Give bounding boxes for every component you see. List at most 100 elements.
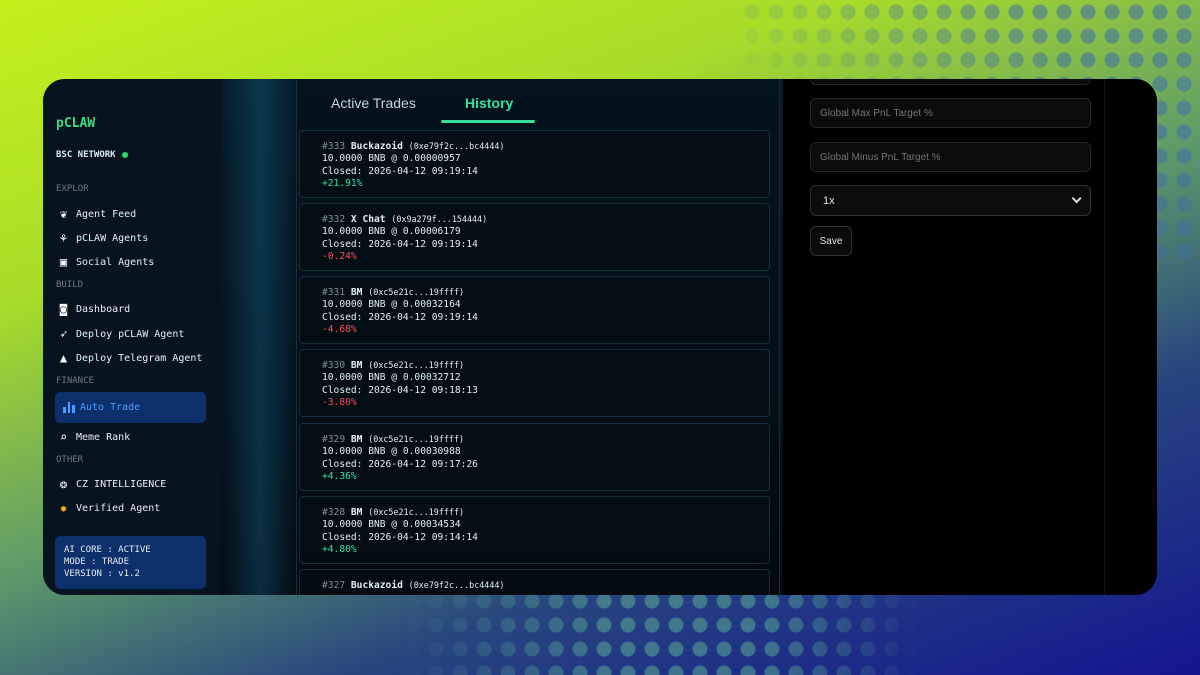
trade-closed-time: Closed: 2026-04-12 09:18:13 [322,384,478,396]
sidebar-item-label: pCLAW Agents [76,232,149,244]
trade-card: #331 BM (0xc5e21c...19ffff) 10.0000 BNB … [299,276,770,344]
settings-panel: 1x Save [783,79,1157,595]
app-logo: pCLAW [56,116,96,131]
sidebar-item-pclaw-agents[interactable]: ⚘ pCLAW Agents [56,229,148,247]
section-explore: EXPLOR [56,184,89,194]
top-input-field[interactable] [810,79,1091,85]
token-address: (0x9a279f...154444) [391,214,488,224]
leaf-icon: ❦ [59,207,68,221]
save-button[interactable]: Save [810,226,852,256]
sidebar-item-deploy-pclaw-agent[interactable]: ➶ Deploy pCLAW Agent [56,325,185,343]
token-name: BM [350,507,363,518]
trade-card: #330 BM (0xc5e21c...19ffff) 10.0000 BNB … [299,349,770,417]
mode-status: MODE : TRADE [64,557,130,567]
trade-amount: 10.0000 BNB @ 0.00032712 [322,372,461,384]
robot-icon: ◙ [59,302,68,316]
section-other: OTHER [56,455,84,465]
network-indicator: BSC NETWORK [56,150,128,160]
trade-id: #329 [322,434,346,445]
token-address: (0xc5e21c...19ffff) [368,507,465,517]
trade-amount: 10.0000 BNB @ 0.00034534 [322,519,461,531]
minus-pnl-target-input[interactable] [810,142,1091,172]
trade-card: #328 BM (0xc5e21c...19ffff) 10.0000 BNB … [299,496,770,564]
status-dot-icon [121,152,128,158]
token-address: (0xc5e21c...19ffff) [368,360,465,370]
wizard-hat-icon: ▲ [59,351,68,365]
magnifier-icon: ⌕ [59,430,68,444]
sidebar-item-label: Auto Trade [80,402,141,413]
sidebar-item-label: Agent Feed [76,208,137,220]
sidebar-item-cz-intelligence[interactable]: ❂ CZ INTELLIGENCE [56,475,166,493]
trade-closed-time: Closed: 2026-04-12 09:17:26 [322,458,478,470]
trade-card: #333 Buckazoid (0xe79f2c...bc4444) 10.00… [299,130,770,198]
trade-pnl: -3.80% [322,397,357,409]
trade-closed-time: Closed: 2026-04-12 09:14:14 [322,531,478,543]
bar-chart-icon [63,402,76,413]
trade-id: #327 [322,580,346,591]
trade-id: #333 [322,141,346,152]
verified-badge-icon: ✹ [59,501,68,515]
sidebar-item-label: Deploy Telegram Agent [76,352,203,364]
sidebar-item-meme-rank[interactable]: ⌕ Meme Rank [56,428,130,446]
trade-id: #330 [322,360,346,371]
panel-divider [1104,79,1105,595]
trade-id: #328 [322,507,346,518]
trade-closed-time: Closed: 2026-04-12 09:19:14 [322,165,478,177]
trade-card: #332 X Chat (0x9a279f...154444) 10.0000 … [299,203,770,271]
trade-id: #331 [322,287,346,298]
sidebar-item-label: Dashboard [76,303,131,315]
trade-card: #329 BM (0xc5e21c...19ffff) 10.0000 BNB … [299,423,770,491]
token-name: Buckazoid [350,580,403,591]
trade-pnl: -4.68% [322,324,357,336]
sidebar-item-social-agents[interactable]: ▣ Social Agents [56,253,154,271]
image-icon: ▣ [59,255,68,269]
sidebar-item-label: Meme Rank [76,431,131,443]
trade-amount: 10.0000 BNB @ 0.00006179 [322,226,461,238]
section-build: BUILD [56,280,84,290]
tab-active-trades[interactable]: Active Trades [331,95,416,111]
tab-underline [441,120,535,123]
trade-amount: 10.0000 BNB @ 0.00030988 [322,446,461,458]
trade-amount: 10.0000 BNB @ 0.00032164 [322,299,461,311]
ai-core-status: AI CORE : ACTIVE [64,545,151,555]
section-finance: FINANCE [56,376,94,386]
sidebar-item-label: Deploy pCLAW Agent [76,328,185,340]
token-name: BM [350,287,363,298]
rocket-icon: ➶ [59,327,68,341]
token-name: X Chat [350,214,386,225]
sidebar-item-label: CZ INTELLIGENCE [76,478,167,490]
sidebar: pCLAW BSC NETWORK EXPLOR ❦ Agent Feed ⚘ … [43,79,221,595]
trade-pnl: +4.80% [322,544,357,556]
chevron-down-icon [1071,193,1082,204]
token-name: BM [350,360,363,371]
brain-icon: ❂ [59,477,68,491]
token-address: (0xe79f2c...bc4444) [408,580,505,590]
network-label: BSC NETWORK [56,150,116,160]
token-address: (0xe79f2c...bc4444) [408,141,505,151]
leverage-select[interactable]: 1x [810,185,1091,216]
trade-card: #327 Buckazoid (0xe79f2c...bc4444) [299,569,770,595]
app-window: pCLAW BSC NETWORK EXPLOR ❦ Agent Feed ⚘ … [43,79,1157,595]
sidebar-item-auto-trade[interactable]: Auto Trade [55,392,206,423]
sidebar-item-agent-feed[interactable]: ❦ Agent Feed [56,205,136,223]
sidebar-item-dashboard[interactable]: ◙ Dashboard [56,300,130,318]
sidebar-item-label: Social Agents [76,256,155,268]
token-address: (0xc5e21c...19ffff) [368,434,465,444]
sprout-icon: ⚘ [59,231,68,245]
trade-pnl: +4.36% [322,471,357,483]
trade-pnl: -0.24% [322,251,357,263]
token-name: Buckazoid [350,141,403,152]
trade-closed-time: Closed: 2026-04-12 09:19:14 [322,311,478,323]
sidebar-item-verified-agent[interactable]: ✹ Verified Agent [56,499,160,517]
version-status: VERSION : v1.2 [64,569,140,579]
tab-history[interactable]: History [465,95,513,111]
sidebar-item-deploy-telegram-agent[interactable]: ▲ Deploy Telegram Agent [56,349,203,367]
trade-id: #332 [322,214,346,225]
trade-pnl: +21.91% [322,178,363,190]
trade-amount: 10.0000 BNB @ 0.00000957 [322,153,461,165]
token-name: BM [350,434,363,445]
token-address: (0xc5e21c...19ffff) [368,287,465,297]
ai-status-box: AI CORE : ACTIVE MODE : TRADE VERSION : … [55,536,206,589]
max-pnl-target-input[interactable] [810,98,1091,128]
leverage-value: 1x [823,194,835,207]
